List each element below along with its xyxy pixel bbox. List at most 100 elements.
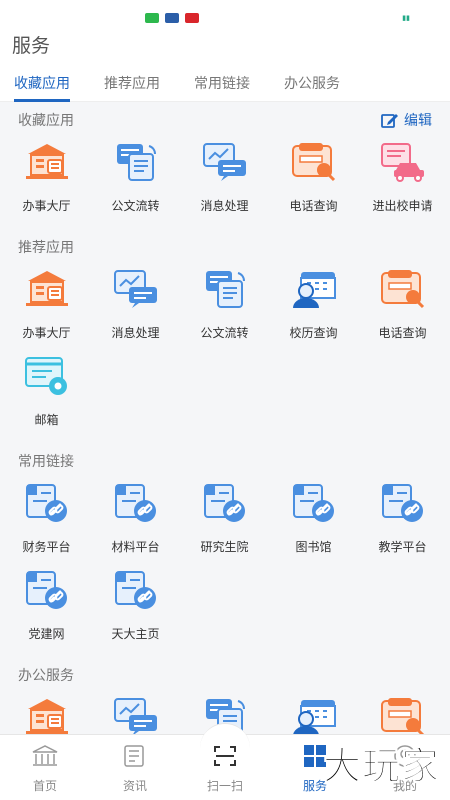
section-header: 办公服务 — [0, 657, 450, 693]
section-header: 推荐应用 — [0, 229, 450, 265]
app-label: 办事大厅 — [22, 326, 71, 340]
app-label: 电话查询 — [378, 326, 427, 340]
section-1: 推荐应用办事大厅 消息处理 公文流转 校历查询 电话查询邮箱 — [0, 229, 450, 443]
section-title: 推荐应用 — [18, 240, 74, 256]
tab-favorites[interactable]: 收藏应用 — [14, 68, 70, 102]
building-icon — [22, 140, 72, 188]
building-icon — [22, 267, 72, 315]
calendar-person-icon — [289, 267, 339, 315]
app-label: 党建网 — [28, 627, 65, 641]
section-2: 常用链接财务平台 材料平台 研究生院 图书馆 教学平台党建网 天大主页 — [0, 443, 450, 657]
section-title: 办公服务 — [18, 668, 74, 684]
app-tile[interactable]: 办事大厅 — [2, 265, 91, 352]
app-label: 电话查询 — [289, 199, 338, 213]
app-label: 研究生院 — [200, 540, 249, 554]
app-grid: 办事大厅 公文流转 消息处理 电话查询 进出校申请 — [0, 138, 450, 225]
mail-gear-icon — [22, 354, 72, 402]
edit-icon — [381, 114, 398, 128]
nav-label: 资讯 — [122, 779, 147, 793]
nav-item-1[interactable]: 资讯 — [90, 735, 180, 800]
tab-bar: 收藏应用 推荐应用 常用链接 办公服务 — [0, 68, 450, 102]
app-label: 天大主页 — [111, 627, 160, 641]
tab-office-services[interactable]: 办公服务 — [284, 68, 340, 101]
scan-icon — [210, 743, 240, 773]
link-doc-icon — [111, 568, 161, 616]
phone-search-icon — [378, 695, 428, 734]
app-label: 财务平台 — [22, 540, 71, 554]
status-bar: ▮▮ — [0, 0, 450, 34]
car-pass-icon — [378, 140, 428, 188]
link-doc-icon — [22, 568, 72, 616]
edit-label: 编辑 — [404, 113, 432, 129]
app-grid: 办事大厅 消息处理 公文流转 校历查询 电话查询邮箱 — [0, 265, 450, 439]
link-doc-icon — [111, 481, 161, 529]
news-icon — [120, 743, 150, 773]
nav-item-0[interactable]: 首页 — [0, 735, 90, 800]
section-0: 收藏应用 编辑办事大厅 公文流转 消息处理 电话查询 进出校申请 — [0, 102, 450, 229]
message-icon — [111, 695, 161, 734]
app-tile[interactable]: 公文流转 — [91, 138, 180, 225]
app-label: 进出校申请 — [372, 199, 433, 213]
app-label: 消息处理 — [111, 326, 160, 340]
app-tile[interactable]: 电话查询 — [269, 138, 358, 225]
news-status-icon — [185, 13, 199, 23]
link-doc-icon — [378, 481, 428, 529]
app-label: 材料平台 — [111, 540, 160, 554]
section-header: 收藏应用 编辑 — [0, 102, 450, 138]
app-tile[interactable]: 党建网 — [2, 566, 91, 653]
app-label: 公文流转 — [200, 326, 249, 340]
app-tile[interactable]: 公文流转 — [180, 265, 269, 352]
nav-item-2[interactable]: 扫一扫 — [180, 735, 270, 800]
app-tile[interactable]: 天大主页 — [91, 566, 180, 653]
app-tile[interactable]: 校历查询 — [269, 693, 358, 734]
link-doc-icon — [22, 481, 72, 529]
app-status-icon — [165, 13, 179, 23]
app-tile[interactable]: 电话查询 — [358, 693, 447, 734]
tab-recommended[interactable]: 推荐应用 — [104, 68, 160, 101]
nav-label: 扫一扫 — [206, 779, 243, 793]
calendar-person-icon — [289, 695, 339, 734]
app-label: 公文流转 — [111, 199, 160, 213]
app-tile[interactable]: 图书馆 — [269, 479, 358, 566]
app-tile[interactable]: 进出校申请 — [358, 138, 447, 225]
app-tile[interactable]: 财务平台 — [2, 479, 91, 566]
watermark: 大玩家 — [322, 744, 440, 789]
page-title: 服务 — [12, 35, 51, 57]
bank-icon — [30, 743, 60, 773]
link-doc-icon — [289, 481, 339, 529]
signal-icon: ▮▮ — [402, 14, 410, 22]
document-flow-icon — [200, 267, 250, 315]
app-tile[interactable]: 办事大厅 — [2, 693, 91, 734]
service-content: 收藏应用 编辑 办事大厅 公文流转 消息处理 电话查询 进出校申请 推荐应用 办事大厅 消息处理公… — [0, 102, 450, 734]
phone-search-icon — [289, 140, 339, 188]
app-tile[interactable]: 邮箱 — [2, 352, 91, 439]
app-tile[interactable]: 办事大厅 — [2, 138, 91, 225]
app-tile[interactable]: 研究生院 — [180, 479, 269, 566]
app-grid: 财务平台 材料平台 研究生院 图书馆 教学平台党建网 天大主页 — [0, 479, 450, 653]
page-header: 服务 — [0, 34, 450, 68]
link-doc-icon — [200, 481, 250, 529]
app-tile[interactable]: 消息处理 — [91, 265, 180, 352]
nav-label: 首页 — [32, 779, 57, 793]
app-tile[interactable]: 消息处理 — [180, 138, 269, 225]
app-label: 办事大厅 — [22, 199, 71, 213]
app-tile[interactable]: 消息处理 — [91, 693, 180, 734]
message-icon — [200, 140, 250, 188]
app-tile[interactable]: 材料平台 — [91, 479, 180, 566]
building-icon — [22, 695, 72, 734]
app-screen: ▮▮ 服务 收藏应用 推荐应用 常用链接 办公服务 收藏应用 编辑 办事大厅 公文流转… — [0, 0, 450, 800]
section-header: 常用链接 — [0, 443, 450, 479]
tab-common-links[interactable]: 常用链接 — [194, 68, 250, 101]
phone-search-icon — [378, 267, 428, 315]
message-icon — [111, 267, 161, 315]
app-tile[interactable]: 电话查询 — [358, 265, 447, 352]
app-label: 图书馆 — [295, 540, 332, 554]
app-tile[interactable]: 校历查询 — [269, 265, 358, 352]
document-flow-icon — [111, 140, 161, 188]
app-label: 消息处理 — [200, 199, 249, 213]
wechat-status-icon — [145, 13, 159, 23]
edit-button[interactable]: 编辑 — [381, 110, 432, 130]
section-title: 收藏应用 — [18, 113, 74, 129]
app-label: 校历查询 — [289, 326, 338, 340]
app-tile[interactable]: 教学平台 — [358, 479, 447, 566]
